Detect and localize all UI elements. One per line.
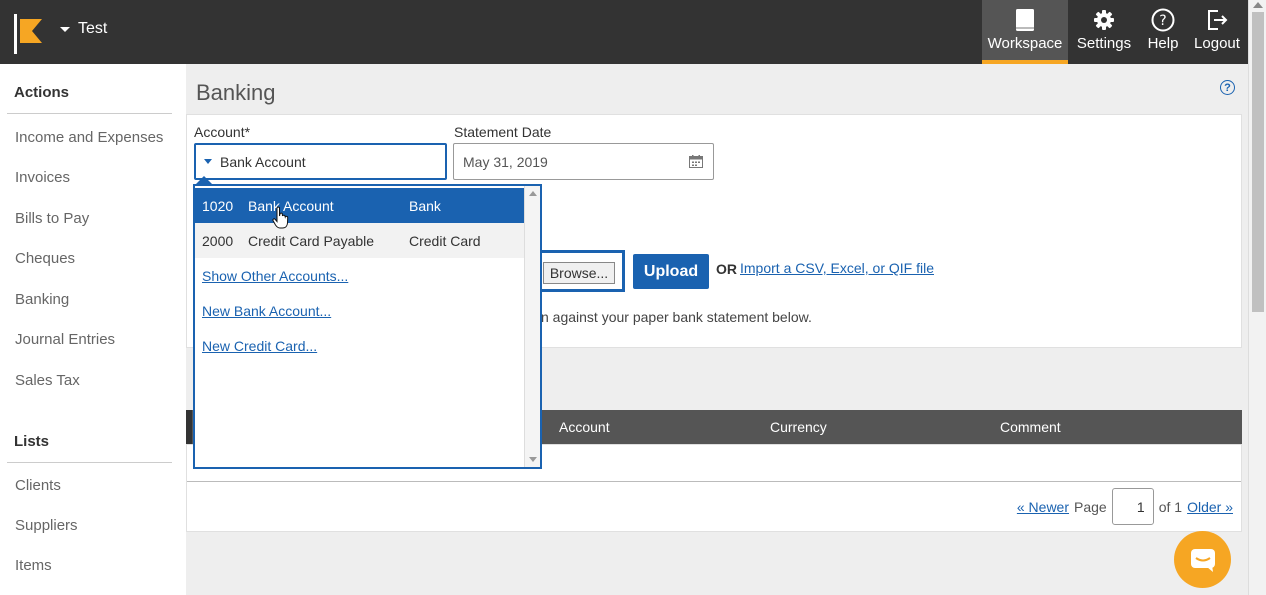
help-icon[interactable]: ?: [1220, 80, 1235, 95]
sidebar: Actions Income and Expenses Invoices Bil…: [0, 64, 186, 595]
sidebar-item-bills[interactable]: Bills to Pay: [15, 210, 89, 227]
chevron-down-icon: [204, 159, 212, 164]
dropdown-scrollbar[interactable]: [524, 186, 540, 467]
scrollbar-thumb[interactable]: [1252, 12, 1264, 312]
statement-date-field[interactable]: May 31, 2019: [453, 143, 714, 180]
gear-icon: [1093, 7, 1115, 33]
company-selector[interactable]: Test: [60, 20, 107, 38]
column-header-comment[interactable]: Comment: [1000, 419, 1061, 435]
chat-icon: [1190, 548, 1215, 572]
nav-help[interactable]: ? Help: [1140, 0, 1186, 64]
account-select-value: Bank Account: [220, 153, 306, 170]
sidebar-item-suppliers[interactable]: Suppliers: [15, 517, 78, 534]
new-credit-card-link[interactable]: New Credit Card...: [202, 338, 317, 354]
account-select[interactable]: Bank Account: [194, 143, 447, 180]
pagination: « Newer Page 1 of 1 Older »: [1017, 488, 1233, 525]
show-other-accounts-link[interactable]: Show Other Accounts...: [202, 268, 348, 284]
sidebar-item-cheques[interactable]: Cheques: [15, 250, 75, 267]
sidebar-item-banking[interactable]: Banking: [15, 291, 69, 308]
page-number-input[interactable]: 1: [1111, 488, 1154, 525]
hand-cursor-icon: [272, 206, 289, 229]
new-bank-account-link[interactable]: New Bank Account...: [202, 303, 331, 319]
book-icon: [1014, 7, 1036, 33]
option-type: Bank: [409, 198, 441, 214]
table-header-edge: [186, 410, 192, 444]
column-header-account[interactable]: Account: [559, 419, 610, 435]
chat-button[interactable]: [1174, 531, 1231, 588]
nav-workspace[interactable]: Workspace: [982, 0, 1068, 64]
divider: [7, 462, 172, 463]
sidebar-item-income-expenses[interactable]: Income and Expenses: [15, 129, 163, 146]
import-file-link[interactable]: Import a CSV, Excel, or QIF file: [740, 260, 934, 276]
question-circle-icon: ?: [1151, 7, 1175, 33]
statement-date-label: Statement Date: [454, 124, 552, 140]
page-title: Banking: [196, 80, 276, 105]
sidebar-item-journal-entries[interactable]: Journal Entries: [15, 331, 115, 348]
statement-date-value: May 31, 2019: [463, 153, 548, 170]
account-label: Account*: [194, 124, 251, 140]
logout-icon: [1205, 7, 1229, 33]
dropdown-option-2000[interactable]: 2000 Credit Card Payable Credit Card: [195, 223, 526, 258]
top-bar: Test Workspace Settings ? Help Logout: [0, 0, 1248, 64]
page-total-label: of 1: [1158, 498, 1183, 515]
newer-page-link[interactable]: « Newer: [1017, 499, 1069, 515]
scroll-up-arrow-icon[interactable]: [529, 191, 537, 196]
older-page-link[interactable]: Older »: [1187, 499, 1233, 515]
nav-logout[interactable]: Logout: [1186, 0, 1248, 64]
nav-settings-label: Settings: [1076, 35, 1132, 52]
page-scrollbar[interactable]: [1248, 0, 1266, 595]
logo-icon: [14, 14, 42, 54]
dropdown-option-1020[interactable]: 1020 Bank Account Bank: [195, 188, 526, 223]
nav-settings[interactable]: Settings: [1068, 0, 1140, 64]
nav-logout-label: Logout: [1194, 35, 1240, 52]
account-dropdown: 1020 Bank Account Bank 2000 Credit Card …: [193, 184, 542, 469]
or-label: OR: [716, 261, 737, 277]
sidebar-item-clients[interactable]: Clients: [15, 477, 61, 494]
nav-help-label: Help: [1147, 35, 1179, 52]
svg-text:?: ?: [1159, 13, 1166, 29]
dropdown-pointer: [196, 176, 212, 184]
option-name: Credit Card Payable: [248, 233, 375, 249]
column-header-currency[interactable]: Currency: [770, 419, 827, 435]
company-name: Test: [78, 20, 108, 37]
divider: [7, 113, 172, 114]
calendar-icon[interactable]: [689, 155, 703, 168]
instructions-text: n against your paper bank statement belo…: [541, 309, 812, 325]
sidebar-item-items[interactable]: Items: [15, 557, 52, 574]
sidebar-lists-heading: Lists: [14, 433, 50, 450]
top-nav: Workspace Settings ? Help Logout: [982, 0, 1248, 64]
sidebar-item-invoices[interactable]: Invoices: [15, 169, 70, 186]
browse-button[interactable]: Browse...: [543, 262, 615, 284]
sidebar-actions-heading: Actions: [14, 84, 70, 101]
divider: [187, 481, 1241, 482]
sidebar-item-sales-tax[interactable]: Sales Tax: [15, 372, 80, 389]
scroll-up-arrow-icon[interactable]: [1253, 2, 1263, 8]
option-type: Credit Card: [409, 233, 481, 249]
file-input[interactable]: Browse...: [538, 250, 625, 292]
upload-button[interactable]: Upload: [633, 254, 709, 289]
option-name: Bank Account: [248, 198, 334, 214]
option-number: 2000: [202, 233, 234, 249]
nav-workspace-label: Workspace: [987, 35, 1063, 52]
chevron-down-icon: [60, 26, 70, 32]
option-number: 1020: [202, 198, 234, 214]
page-label: Page: [1074, 498, 1107, 515]
scroll-down-arrow-icon[interactable]: [529, 457, 537, 462]
